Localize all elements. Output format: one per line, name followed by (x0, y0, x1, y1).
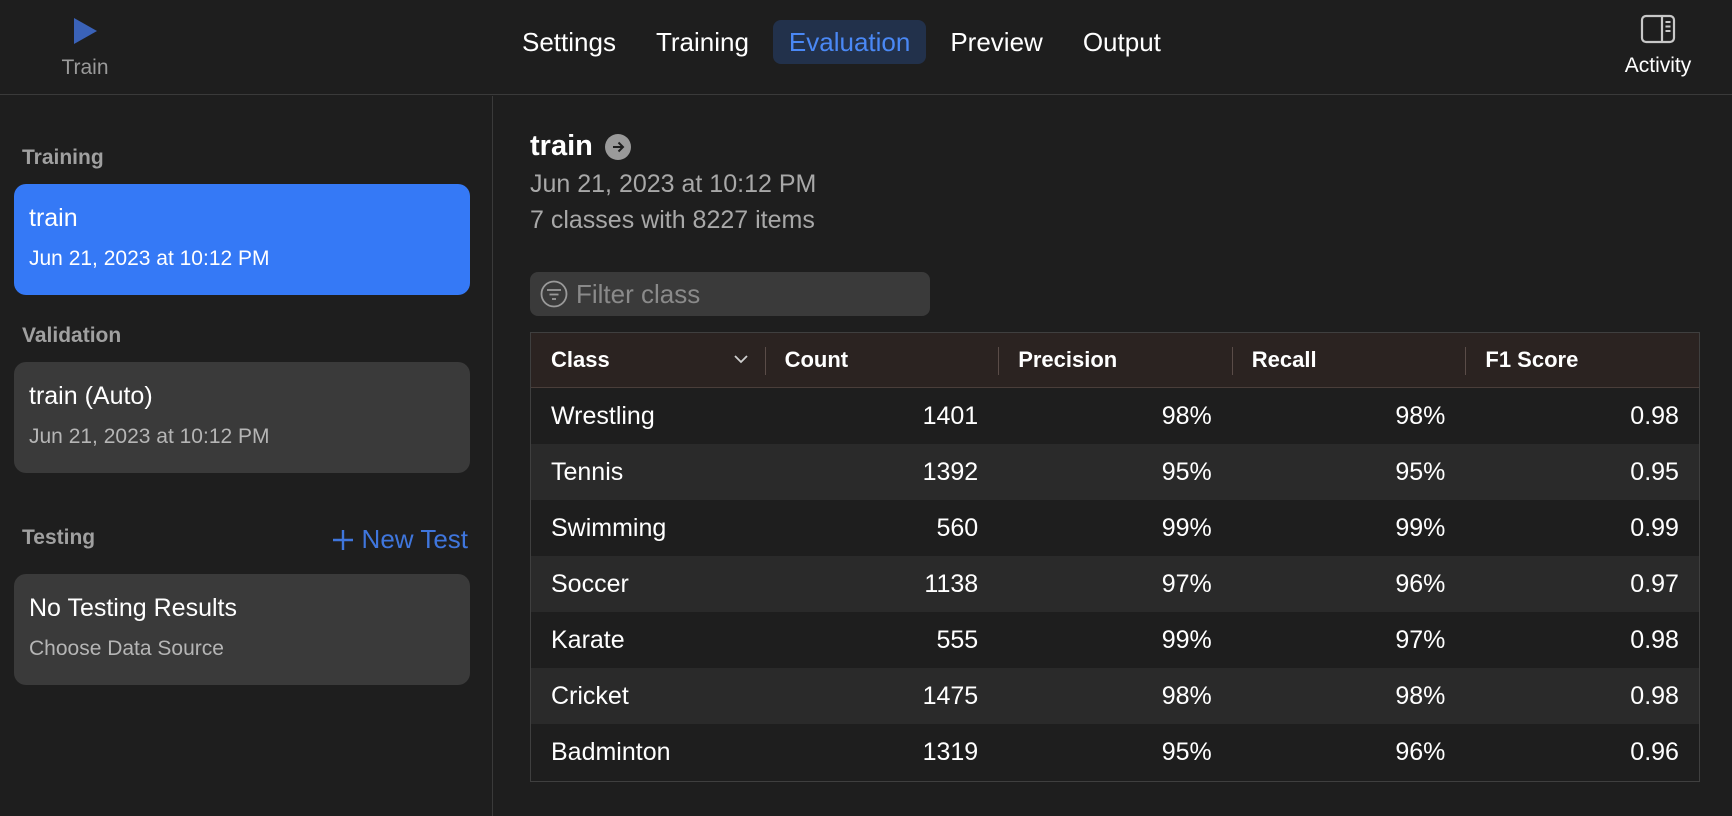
tab-settings[interactable]: Settings (506, 20, 632, 64)
date-text: Jun 21, 2023 at 10:12 PM (530, 170, 817, 198)
cell-recall: 97% (1395, 625, 1446, 654)
testing-section-label: Testing (22, 526, 96, 549)
table-row[interactable]: Karate 555 99% 97% 0.98 (531, 612, 1699, 668)
column-header-precision[interactable]: Precision (998, 333, 1232, 388)
cell-class: Wrestling (551, 401, 655, 430)
table-row[interactable]: Wrestling 1401 98% 98% 0.98 (531, 388, 1699, 444)
cell-precision: 97% (1161, 569, 1212, 598)
cell-f1-score: 0.98 (1630, 625, 1679, 654)
cell-count: 1319 (922, 737, 979, 766)
metrics-table: Class Count Precision Recall F1 Score Wr… (530, 332, 1700, 782)
cell-recall: 96% (1395, 737, 1446, 766)
chevron-down-icon (733, 354, 748, 363)
testing-card-title: No Testing Results (29, 594, 237, 622)
table-row[interactable]: Badminton 1319 95% 96% 0.96 (531, 724, 1699, 780)
choose-data-source-link[interactable]: Choose Data Source (29, 637, 455, 661)
toolbar: Train Settings Training Evaluation Previ… (0, 0, 1732, 95)
filter-icon (540, 280, 568, 308)
page-title: train (530, 130, 593, 162)
training-card-title: train (29, 204, 78, 232)
table-row[interactable]: Soccer 1138 97% 96% 0.97 (531, 556, 1699, 612)
arrow-right-circle-icon[interactable] (604, 133, 631, 160)
cell-f1-score: 0.95 (1630, 457, 1679, 486)
table-row[interactable]: Swimming 560 99% 99% 0.99 (531, 500, 1699, 556)
train-button[interactable]: Train (40, 10, 130, 88)
cell-precision: 95% (1161, 457, 1212, 486)
cell-precision: 98% (1161, 401, 1212, 430)
cell-f1-score: 0.99 (1630, 513, 1679, 542)
summary-text: 7 classes with 8227 items (530, 206, 815, 234)
cell-f1-score: 0.96 (1630, 737, 1679, 766)
validation-card[interactable]: train (Auto) Jun 21, 2023 at 10:12 PM (14, 362, 470, 473)
cell-recall: 98% (1395, 681, 1446, 710)
column-header-class-label: Class (551, 347, 610, 372)
cell-count: 555 (936, 625, 979, 654)
new-test-button[interactable]: New Test (332, 524, 468, 555)
activity-button-label: Activity (1624, 54, 1692, 77)
plus-icon (332, 529, 353, 550)
tab-bar: Settings Training Evaluation Preview Out… (506, 20, 1181, 64)
cell-class: Soccer (551, 569, 629, 598)
cell-class: Karate (551, 625, 625, 654)
train-button-label: Train (61, 56, 109, 79)
validation-card-title: train (Auto) (29, 382, 153, 410)
filter-input[interactable] (576, 278, 916, 310)
cell-f1-score: 0.98 (1630, 401, 1679, 430)
validation-section-label: Validation (22, 324, 122, 347)
cell-precision: 99% (1161, 625, 1212, 654)
table-row[interactable]: Cricket 1475 98% 98% 0.98 (531, 668, 1699, 724)
column-header-f1-score[interactable]: F1 Score (1465, 333, 1699, 388)
cell-count: 1138 (924, 569, 979, 598)
sidebar: Training train Jun 21, 2023 at 10:12 PM … (0, 96, 493, 816)
column-header-class[interactable]: Class (531, 333, 765, 388)
table-header: Class Count Precision Recall F1 Score (531, 333, 1699, 388)
testing-card[interactable]: No Testing Results Choose Data Source (14, 574, 470, 685)
cell-count: 1401 (922, 401, 979, 430)
new-test-label: New Test (361, 524, 468, 554)
title-row: train (530, 130, 631, 163)
cell-recall: 96% (1395, 569, 1446, 598)
cell-precision: 98% (1161, 681, 1212, 710)
cell-class: Cricket (551, 681, 629, 710)
cell-count: 1392 (922, 457, 979, 486)
cell-class: Swimming (551, 513, 667, 542)
cell-count: 1475 (922, 681, 979, 710)
tab-evaluation[interactable]: Evaluation (772, 20, 927, 64)
table-row[interactable]: Tennis 1392 95% 95% 0.95 (531, 444, 1699, 500)
sidebar-right-icon (1640, 14, 1676, 44)
tab-preview[interactable]: Preview (934, 20, 1058, 64)
cell-count: 560 (936, 513, 979, 542)
cell-f1-score: 0.97 (1630, 569, 1679, 598)
activity-button[interactable]: Activity (1608, 14, 1708, 88)
training-card-date: Jun 21, 2023 at 10:12 PM (29, 247, 270, 270)
cell-recall: 95% (1395, 457, 1446, 486)
column-header-count[interactable]: Count (764, 333, 999, 388)
cell-recall: 98% (1395, 401, 1446, 430)
filter-field[interactable] (530, 272, 930, 316)
validation-card-date: Jun 21, 2023 at 10:12 PM (29, 425, 270, 448)
training-card[interactable]: train Jun 21, 2023 at 10:12 PM (14, 184, 470, 295)
cell-class: Badminton (551, 737, 671, 766)
cell-precision: 95% (1161, 737, 1212, 766)
training-section-label: Training (22, 146, 104, 169)
play-icon (74, 18, 97, 44)
cell-class: Tennis (551, 457, 624, 486)
column-header-recall[interactable]: Recall (1231, 333, 1466, 388)
cell-recall: 99% (1395, 513, 1446, 542)
cell-precision: 99% (1161, 513, 1212, 542)
tab-training[interactable]: Training (640, 20, 765, 64)
main-panel: train Jun 21, 2023 at 10:12 PM 7 classes… (494, 96, 1732, 816)
cell-f1-score: 0.98 (1630, 681, 1679, 710)
tab-output[interactable]: Output (1067, 20, 1177, 64)
